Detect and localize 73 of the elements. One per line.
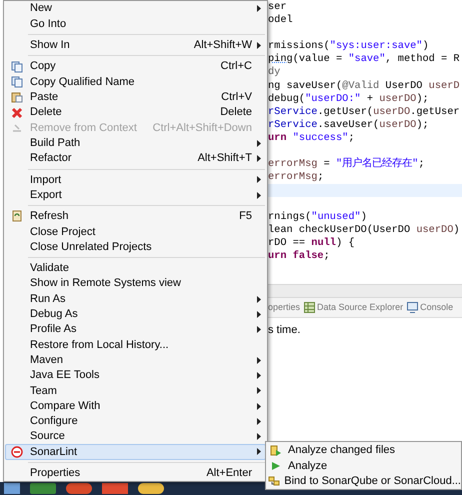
code-line: rnings("unused") — [268, 210, 367, 224]
submenu-arrow-icon — [256, 326, 260, 334]
submenu-arrow-icon — [256, 310, 260, 318]
menu-item[interactable]: Delete Delete — [5, 104, 266, 120]
taskbar-app-icon[interactable] — [66, 483, 92, 494]
submenu-item[interactable]: Bind to SonarQube or SonarCloud... — [266, 474, 461, 489]
menu-item[interactable]: Copy Qualified Name — [5, 74, 266, 90]
link-icon — [268, 475, 280, 488]
code-line: lean checkUserDO(UserDO userDO) — [268, 224, 460, 237]
menu-item[interactable]: Configure — [5, 414, 266, 430]
copy-icon — [11, 60, 23, 73]
code-line: ng saveUser(@Valid UserDO userD — [268, 80, 460, 93]
taskbar-app-icon[interactable] — [138, 483, 164, 494]
code-line: errorMsg; — [268, 171, 324, 184]
code-line: odel — [268, 14, 293, 28]
submenu-arrow-icon — [256, 387, 260, 394]
submenu-arrow-icon — [256, 5, 260, 12]
copy-icon — [11, 76, 23, 88]
play-icon — [271, 460, 281, 471]
submenu-arrow-icon — [256, 296, 260, 302]
menu-item[interactable]: Debug As — [5, 306, 266, 322]
submenu-item[interactable]: Analyze changed files — [266, 443, 461, 458]
code-line: rService.saveUser(userDO); — [268, 118, 429, 132]
menu-item[interactable]: Java EE Tools — [5, 368, 266, 384]
menu-item[interactable]: Compare With — [5, 398, 266, 414]
menu-item[interactable]: Import — [5, 172, 266, 188]
menu-item[interactable]: Run As — [5, 291, 266, 307]
menu-item[interactable]: Refactor Alt+Shift+T — [5, 150, 266, 166]
menu-item[interactable]: Maven — [5, 352, 266, 368]
code-line: rmissions("sys:user:save") — [268, 40, 429, 54]
menu-item[interactable]: Restore from Local History... — [5, 337, 266, 353]
panel-tab[interactable]: Console — [407, 300, 454, 314]
panel-tab[interactable]: operties — [268, 300, 300, 314]
code-line: ser — [268, 1, 287, 14]
monitor-icon — [407, 302, 418, 313]
menu-item[interactable]: New — [5, 1, 266, 16]
menu-item[interactable]: Close Project — [5, 224, 266, 240]
no-entry-icon — [11, 446, 23, 458]
menu-item[interactable]: Profile As — [5, 322, 266, 338]
menu-item[interactable]: SonarLint — [5, 444, 266, 460]
submenu-item[interactable]: Analyze — [266, 458, 461, 474]
code-line: dy — [268, 66, 280, 80]
menu-item[interactable]: Go Into — [5, 16, 266, 32]
menu-item[interactable]: Source — [5, 429, 266, 444]
menu-item[interactable]: Export — [5, 187, 266, 203]
submenu-arrow-icon — [256, 192, 260, 199]
code-line: errorMsg = "用户名已经存在"; — [268, 158, 425, 172]
code-line: debug("userDO:" + userDO); — [268, 92, 429, 106]
code-line: urn "success"; — [268, 132, 355, 146]
panel-tab[interactable]: Data Source Explorer — [304, 300, 404, 314]
submenu-arrow-icon — [256, 42, 260, 49]
code-line: rService.getUser(userDO.getUser — [268, 106, 460, 119]
menu-item[interactable]: Paste Ctrl+V — [5, 90, 266, 105]
remove-icon — [11, 122, 23, 134]
paste-icon — [11, 91, 23, 104]
menu-item[interactable]: Build Path — [5, 136, 266, 151]
menu-item[interactable]: Show in Remote Systems view — [5, 276, 266, 292]
menu-item[interactable]: Properties Alt+Enter — [5, 466, 266, 481]
delete-icon — [11, 106, 23, 119]
panel-message: s time. — [268, 324, 300, 336]
table-icon — [304, 302, 316, 313]
refresh-icon — [11, 210, 23, 222]
file-play-icon — [270, 444, 282, 457]
menu-item[interactable]: Validate — [5, 260, 266, 276]
menu-item[interactable]: Close Unrelated Projects — [5, 239, 266, 255]
menu-item[interactable]: Copy Ctrl+C — [5, 59, 266, 74]
code-line: ping(value = "save", method = R — [268, 53, 460, 66]
menu-item[interactable]: Show In Alt+Shift+W — [5, 38, 266, 53]
submenu-arrow-icon — [256, 176, 260, 184]
code-line: rDO == null) { — [268, 236, 355, 250]
code-line: urn false; — [268, 250, 330, 263]
menu-item[interactable]: Refresh F5 — [5, 208, 266, 224]
menu-item[interactable]: Team — [5, 383, 266, 398]
